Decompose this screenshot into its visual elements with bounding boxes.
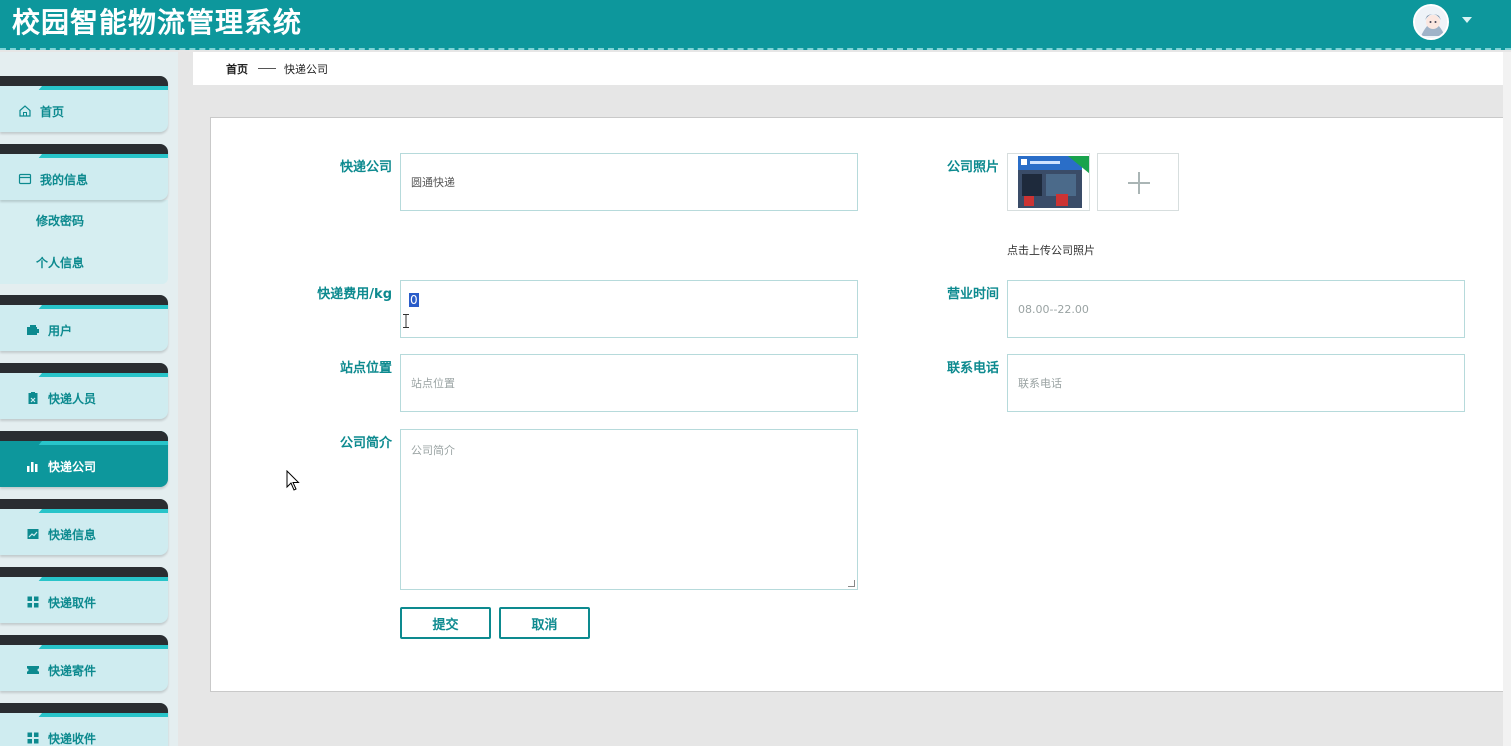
sidebar-group-receive: 快递收件	[0, 703, 168, 746]
company-photo-label: 公司照片	[946, 160, 999, 175]
station-location-placeholder: 站点位置	[411, 377, 455, 390]
fee-value: 0	[409, 293, 419, 307]
wallet-icon	[26, 323, 40, 337]
station-location-label: 站点位置	[339, 361, 392, 376]
sidebar-group-express-info: 快递信息	[0, 499, 168, 555]
trend-icon	[26, 527, 40, 541]
sidebar-group-pickup: 快递取件	[0, 567, 168, 623]
station-location-input[interactable]: 站点位置	[400, 354, 858, 412]
sidebar-item-home[interactable]: 首页	[0, 76, 168, 132]
business-hours-value: 08.00--22.00	[1018, 302, 1089, 316]
sidebar-group-my-info: 我的信息 修改密码 个人信息	[0, 144, 168, 284]
sidebar-item-express-info[interactable]: 快递信息	[0, 499, 168, 555]
app-title: 校园智能物流管理系统	[12, 6, 303, 39]
sidebar-item-couriers[interactable]: 快递人员	[0, 363, 168, 419]
company-name-input[interactable]: 圆通快递	[400, 153, 858, 211]
sidebar-item-companies[interactable]: 快递公司	[0, 431, 168, 487]
company-name-value: 圆通快递	[411, 176, 455, 189]
phone-label: 联系电话	[946, 361, 999, 376]
grid-icon	[26, 731, 40, 745]
sidebar: 首页 我的信息 修改密码 个人信息 用户 快递人员 快递公司 快递信息 快递取件…	[0, 52, 178, 746]
company-intro-placeholder: 公司简介	[411, 444, 455, 457]
sidebar-item-my-info[interactable]: 我的信息	[0, 144, 168, 200]
sidebar-group-users: 用户	[0, 295, 168, 351]
sidebar-item-label: 快递信息	[48, 527, 97, 542]
avatar-image-icon	[1415, 6, 1447, 38]
sidebar-item-users[interactable]: 用户	[0, 295, 168, 351]
company-intro-textarea[interactable]: 公司简介	[400, 429, 858, 590]
sidebar-group-send: 快递寄件	[0, 635, 168, 691]
company-intro-label: 公司简介	[339, 436, 392, 451]
upload-photo-button[interactable]	[1097, 153, 1179, 211]
user-dropdown-caret-icon[interactable]	[1462, 17, 1472, 23]
sidebar-item-receive[interactable]: 快递收件	[0, 703, 168, 746]
user-avatar[interactable]	[1413, 4, 1449, 40]
clipboard-icon	[26, 391, 40, 405]
upload-photo-hint: 点击上传公司照片	[1007, 244, 1095, 257]
business-hours-label: 营业时间	[946, 287, 999, 302]
sidebar-subitem-personal-info[interactable]: 个人信息	[0, 242, 168, 284]
sidebar-item-label: 快递公司	[48, 459, 97, 474]
sidebar-group-home: 首页	[0, 76, 168, 132]
breadcrumb-current: 快递公司	[284, 63, 328, 76]
fee-input[interactable]: 0	[400, 280, 858, 338]
sidebar-subitem-change-password[interactable]: 修改密码	[0, 200, 168, 242]
top-header: 校园智能物流管理系统	[0, 0, 1511, 50]
sidebar-item-label: 快递人员	[48, 391, 97, 406]
sidebar-item-label: 我的信息	[40, 172, 89, 187]
bar-chart-icon	[26, 459, 40, 473]
fee-label: 快递费用/kg	[317, 287, 392, 302]
phone-placeholder: 联系电话	[1018, 377, 1062, 390]
card-icon	[18, 172, 32, 186]
sidebar-item-label: 用户	[48, 323, 73, 338]
sidebar-item-send[interactable]: 快递寄件	[0, 635, 168, 691]
mouse-pointer-icon	[286, 470, 300, 491]
submit-button[interactable]: 提交	[400, 607, 491, 639]
breadcrumb-home-link[interactable]: 首页	[226, 61, 248, 77]
sidebar-submenu: 修改密码 个人信息	[0, 200, 168, 284]
sidebar-item-label: 首页	[40, 104, 65, 119]
company-photo-thumbnail[interactable]	[1007, 153, 1090, 211]
storefront-photo-icon	[1008, 154, 1090, 210]
phone-input[interactable]: 联系电话	[1007, 354, 1465, 412]
cancel-button[interactable]: 取消	[499, 607, 590, 639]
text-cursor-icon	[403, 314, 409, 328]
sidebar-item-label: 快递取件	[48, 595, 97, 610]
sidebar-item-label: 快递收件	[48, 731, 97, 746]
sidebar-item-label: 快递寄件	[48, 663, 97, 678]
breadcrumb-separator	[258, 68, 276, 69]
sidebar-group-couriers: 快递人员	[0, 363, 168, 419]
grid-icon	[26, 595, 40, 609]
business-hours-input[interactable]: 08.00--22.00	[1007, 280, 1465, 338]
sidebar-item-pickup[interactable]: 快递取件	[0, 567, 168, 623]
home-icon	[18, 104, 32, 118]
resize-handle-icon[interactable]	[848, 580, 855, 587]
ticket-icon	[26, 663, 40, 677]
breadcrumb: 首页 快递公司	[193, 52, 1511, 85]
page-scrollbar[interactable]	[1503, 52, 1511, 746]
company-name-label: 快递公司	[339, 160, 392, 175]
sidebar-group-companies: 快递公司	[0, 431, 168, 487]
